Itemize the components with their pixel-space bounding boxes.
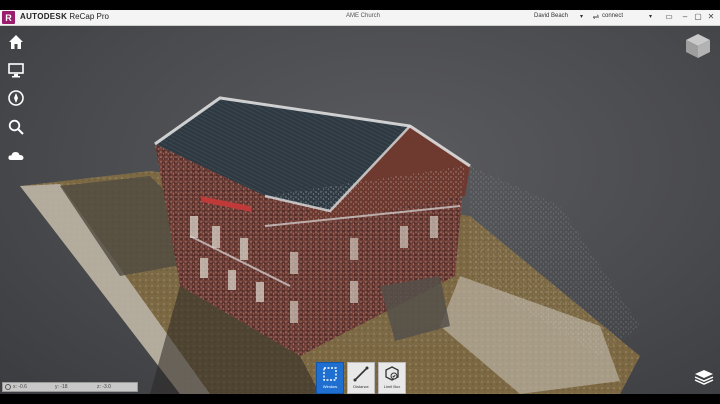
minimize-icon[interactable]: – bbox=[680, 12, 690, 22]
title-bar: R AUTODESK ReCap Pro AME Church David Be… bbox=[0, 10, 720, 26]
layers-icon[interactable] bbox=[694, 368, 714, 386]
connect-menu-chevron-icon[interactable]: ▾ bbox=[649, 13, 652, 20]
compass-icon[interactable] bbox=[6, 88, 26, 108]
coord-x: x: -0.6 bbox=[13, 384, 27, 390]
point-cloud-viewport[interactable] bbox=[0, 26, 720, 394]
recap-window: R AUTODESK ReCap Pro AME Church David Be… bbox=[0, 10, 720, 394]
coordinate-origin-icon bbox=[5, 384, 11, 390]
limit-box-icon bbox=[385, 366, 399, 381]
window-select-icon bbox=[323, 367, 337, 381]
distance-label: Distance bbox=[353, 384, 369, 389]
brand-name: AUTODESK bbox=[20, 12, 68, 21]
user-menu-chevron-icon[interactable]: ▾ bbox=[580, 13, 583, 20]
document-title: AME Church bbox=[346, 13, 381, 19]
connect-icon: ⇌ bbox=[592, 12, 600, 21]
coord-y: y: -18 bbox=[55, 384, 68, 390]
close-icon[interactable]: ✕ bbox=[706, 12, 716, 22]
left-sidebar bbox=[0, 26, 32, 176]
limit-box-label: Limit Box bbox=[383, 384, 401, 389]
connect-menu[interactable]: connect bbox=[602, 13, 623, 19]
user-menu[interactable]: David Beach bbox=[534, 13, 568, 19]
measure-toolbar: Window Distance Limit Box bbox=[316, 362, 406, 394]
recap-logo: R bbox=[2, 11, 15, 24]
search-icon[interactable] bbox=[6, 117, 26, 137]
view-cube[interactable] bbox=[684, 32, 712, 60]
maximize-icon[interactable]: ▢ bbox=[693, 12, 703, 22]
window-select-button[interactable]: Window bbox=[316, 362, 344, 394]
distance-button[interactable]: Distance bbox=[347, 362, 375, 394]
app-name: AUTODESK ReCap Pro bbox=[20, 12, 109, 21]
coordinate-readout: x: -0.6 y: -18 z: -3.0 bbox=[2, 382, 138, 392]
display-icon[interactable] bbox=[6, 60, 26, 80]
product-name: ReCap Pro bbox=[69, 12, 109, 21]
distance-icon bbox=[353, 366, 369, 382]
cloud-icon[interactable] bbox=[6, 146, 26, 166]
chat-icon[interactable]: ▭ bbox=[664, 12, 674, 22]
coord-z: z: -3.0 bbox=[97, 384, 111, 390]
window-select-label: Window bbox=[322, 384, 338, 389]
home-icon[interactable] bbox=[6, 32, 26, 52]
limit-box-button[interactable]: Limit Box bbox=[378, 362, 406, 394]
